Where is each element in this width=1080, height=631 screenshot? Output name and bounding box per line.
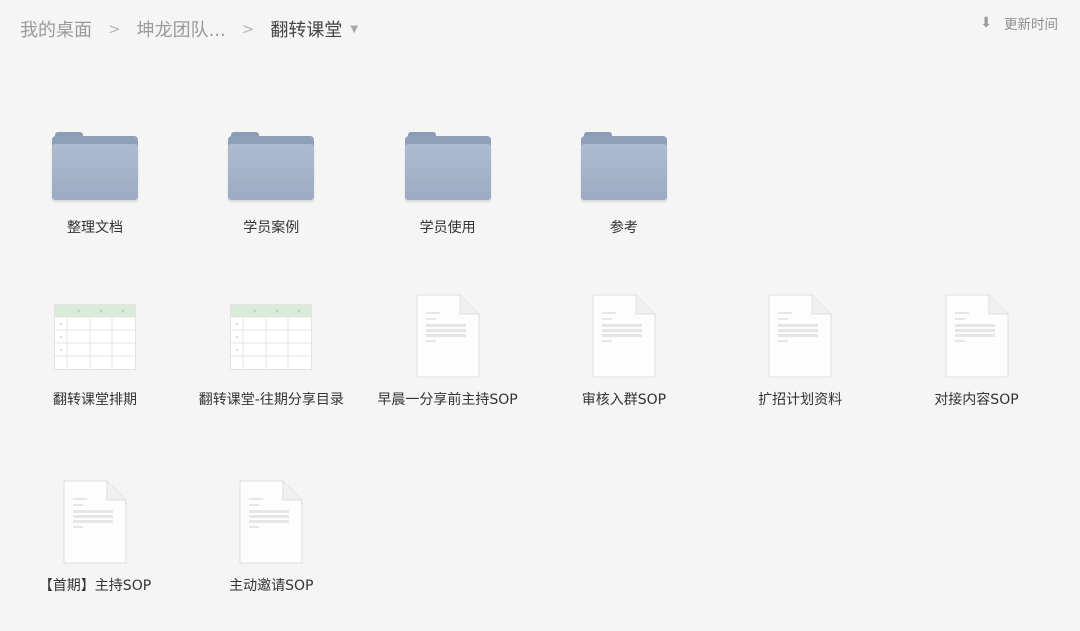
file-thumbnail [7, 288, 183, 378]
file-item[interactable]: 主动邀请SOP [183, 474, 359, 596]
arrow-down-icon: ⬇ [980, 15, 992, 31]
file-item[interactable]: 早晨一分享前主持SOP [360, 288, 536, 410]
folder-icon [52, 132, 138, 202]
file-item[interactable]: 学员案例 [183, 112, 359, 238]
file-thumbnail [7, 474, 183, 564]
spreadsheet-icon [230, 304, 313, 370]
sort-label: 更新时间 [1004, 17, 1058, 33]
file-item[interactable]: 整理文档 [7, 112, 183, 238]
file-thumbnail [7, 112, 183, 206]
file-thumbnail [183, 474, 359, 564]
file-name: 扩招计划资料 [758, 392, 843, 408]
caret-down-icon[interactable]: ▼ [350, 24, 358, 35]
file-item[interactable]: 翻转课堂排期 [7, 288, 183, 410]
file-item[interactable]: 【首期】主持SOP [7, 474, 183, 596]
document-icon [239, 480, 303, 564]
document-icon [592, 294, 656, 378]
file-thumbnail [183, 288, 359, 378]
document-icon [768, 294, 832, 378]
file-name: 审核入群SOP [581, 392, 667, 408]
file-thumbnail [712, 288, 888, 378]
breadcrumb-separator: > [108, 20, 121, 38]
file-name: 对接内容SOP [934, 392, 1019, 408]
file-thumbnail [536, 288, 712, 378]
file-item[interactable]: 审核入群SOP [536, 288, 712, 410]
document-icon [416, 294, 480, 378]
file-item[interactable]: 翻转课堂-往期分享目录 [183, 288, 359, 410]
file-name: 翻转课堂-往期分享目录 [198, 392, 344, 408]
spreadsheet-icon [54, 304, 136, 370]
sort-by-update-time-button[interactable]: ⬇ 更新时间 [980, 13, 1058, 33]
file-item[interactable]: 学员使用 [360, 112, 536, 238]
file-thumbnail [183, 112, 359, 206]
file-name: 参考 [609, 220, 638, 236]
file-name: 【首期】主持SOP [38, 578, 152, 594]
file-name: 学员使用 [419, 220, 476, 236]
folder-icon [228, 132, 315, 202]
breadcrumb-separator: > [241, 20, 255, 38]
file-name: 翻转课堂排期 [53, 392, 137, 408]
breadcrumb-item-desktop[interactable]: 我的桌面 [20, 16, 92, 42]
file-item[interactable]: 扩招计划资料 [712, 288, 888, 410]
breadcrumb: 我的桌面 > 坤龙团队... > 翻转课堂 ▼ [20, 14, 358, 44]
file-thumbnail [360, 112, 536, 206]
file-thumbnail [360, 288, 536, 378]
document-icon [63, 480, 127, 564]
file-item[interactable]: 参考 [536, 112, 712, 238]
file-item[interactable]: 对接内容SOP [889, 288, 1065, 410]
file-thumbnail [536, 112, 712, 206]
file-name: 主动邀请SOP [229, 578, 314, 594]
breadcrumb-item-current[interactable]: 翻转课堂 [270, 16, 342, 42]
document-icon [945, 294, 1008, 378]
file-thumbnail [889, 288, 1065, 378]
breadcrumb-item-team[interactable]: 坤龙团队... [137, 16, 226, 42]
folder-icon [404, 132, 491, 202]
file-name: 早晨一分享前主持SOP [377, 392, 518, 408]
file-name: 整理文档 [67, 220, 123, 236]
folder-icon [580, 132, 667, 202]
file-name: 学员案例 [243, 220, 300, 236]
